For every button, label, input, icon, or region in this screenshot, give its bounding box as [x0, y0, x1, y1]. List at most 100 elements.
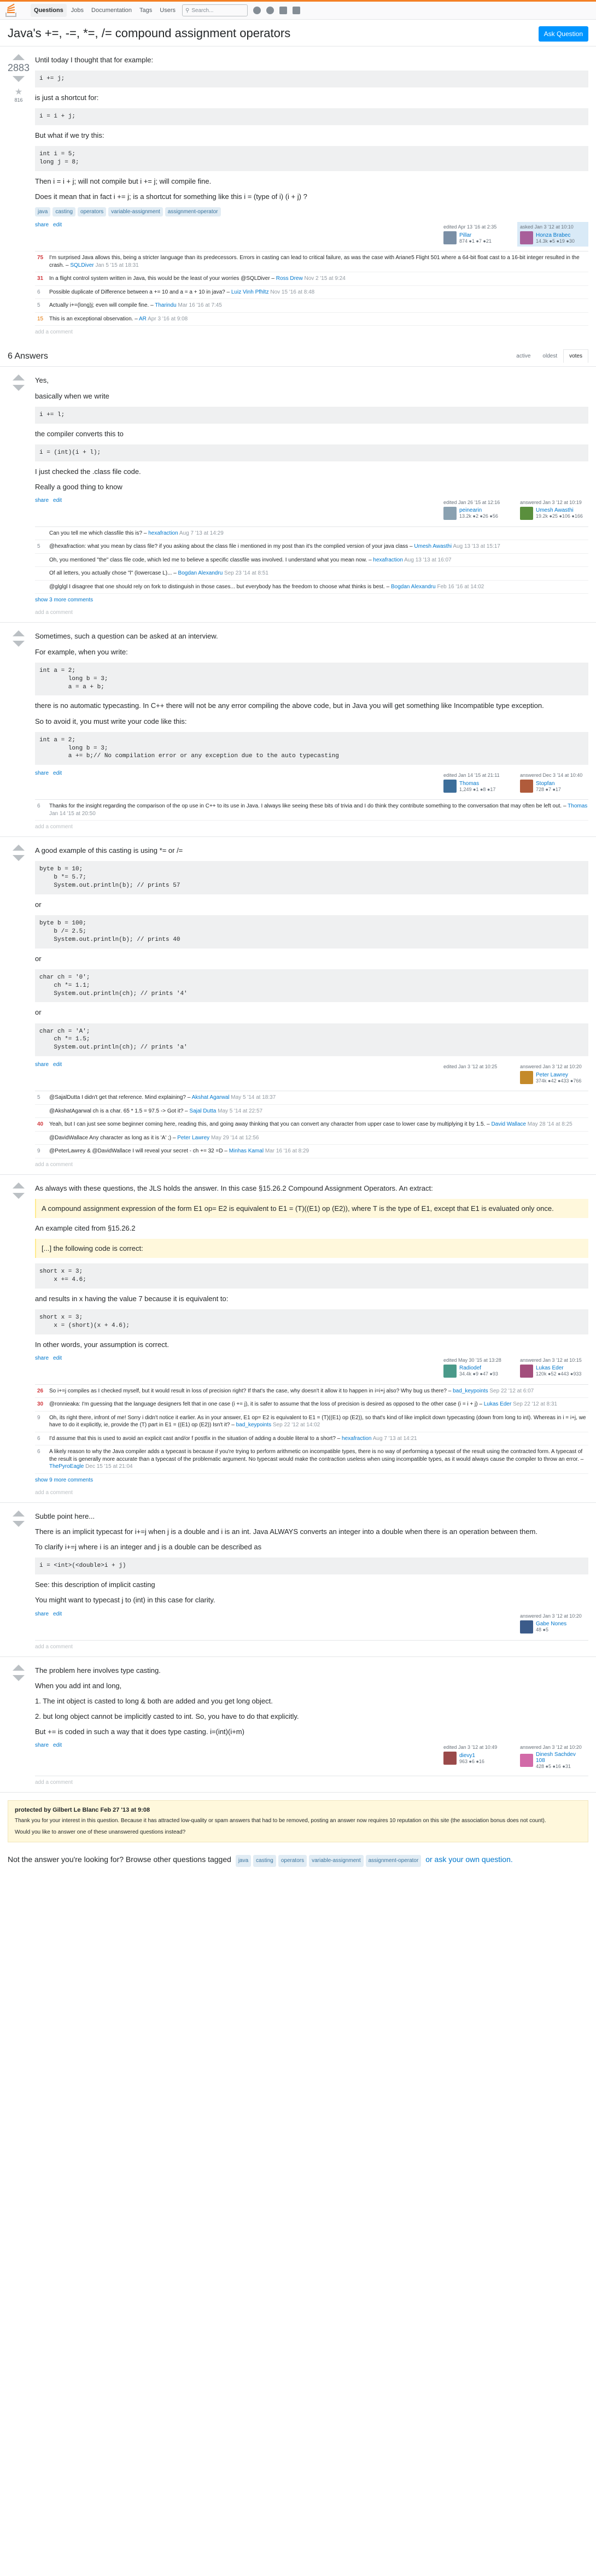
- comment-user-link[interactable]: Lukas Eder: [484, 1401, 512, 1407]
- share-link[interactable]: share: [35, 1062, 49, 1068]
- add-comment-link[interactable]: add a comment: [35, 326, 588, 338]
- avatar[interactable]: [520, 780, 533, 793]
- help-icon[interactable]: [279, 7, 288, 14]
- avatar[interactable]: [443, 780, 457, 793]
- nav-item-jobs[interactable]: Jobs: [68, 4, 87, 17]
- avatar[interactable]: [443, 231, 457, 245]
- nav-item-users[interactable]: Users: [156, 4, 179, 17]
- inbox-icon[interactable]: [253, 7, 261, 14]
- upvote-arrow-icon[interactable]: [13, 1182, 25, 1189]
- comment-user-link[interactable]: Akshat Agarwal: [192, 1094, 230, 1100]
- add-comment-link[interactable]: add a comment: [35, 1641, 588, 1653]
- comment-user-link[interactable]: Bogdan Alexandru: [178, 570, 223, 576]
- share-link[interactable]: share: [35, 1355, 49, 1361]
- nav-item-tags[interactable]: Tags: [136, 4, 155, 17]
- search-input[interactable]: ⚲ Search...: [182, 4, 248, 16]
- user-name-link[interactable]: Gabe Nones: [536, 1621, 566, 1627]
- edit-link[interactable]: edit: [53, 1062, 62, 1068]
- add-comment-link[interactable]: add a comment: [35, 1776, 588, 1789]
- user-name-link[interactable]: Lukas Eder: [536, 1365, 581, 1371]
- upvote-arrow-icon[interactable]: [13, 374, 25, 381]
- share-link[interactable]: share: [35, 222, 49, 228]
- tag-operators[interactable]: operators: [278, 1855, 307, 1867]
- user-name-link[interactable]: Peter Lawrey: [536, 1072, 581, 1078]
- user-name-link[interactable]: peinearin: [459, 507, 498, 513]
- tag-java[interactable]: java: [35, 207, 51, 217]
- tag-operators[interactable]: operators: [78, 207, 107, 217]
- user-name-link[interactable]: Dinesh Sachdev 108: [536, 1752, 586, 1764]
- nav-item-questions[interactable]: Questions: [31, 4, 67, 17]
- site-switcher-icon[interactable]: [293, 7, 301, 14]
- achievements-icon[interactable]: [266, 7, 274, 14]
- comment-user-link[interactable]: Ross Drew: [276, 276, 303, 282]
- avatar[interactable]: [520, 1754, 533, 1767]
- upvote-arrow-icon[interactable]: [13, 845, 25, 851]
- tag-assignment-operator[interactable]: assignment-operator: [165, 207, 221, 217]
- comment-user-link[interactable]: Tharindu: [155, 302, 176, 308]
- share-link[interactable]: share: [35, 1611, 49, 1617]
- tag-assignment-operator[interactable]: assignment-operator: [365, 1855, 422, 1867]
- avatar[interactable]: [520, 506, 533, 520]
- user-name-link[interactable]: dievy1: [459, 1753, 484, 1759]
- downvote-arrow-icon[interactable]: [13, 1192, 25, 1199]
- upvote-arrow-icon[interactable]: [13, 54, 25, 60]
- favorite-star-icon[interactable]: ★: [15, 86, 22, 97]
- comment-user-link[interactable]: Umesh Awasthi: [414, 543, 452, 549]
- tag-java[interactable]: java: [235, 1855, 252, 1867]
- comment-user-link[interactable]: bad_keypoints: [236, 1422, 272, 1428]
- comment-user-link[interactable]: AR: [139, 316, 147, 322]
- edit-link[interactable]: edit: [53, 1355, 62, 1361]
- show-more-comments-link[interactable]: show 9 more comments: [35, 1474, 588, 1486]
- user-name-link[interactable]: Thomas: [459, 781, 495, 787]
- upvote-arrow-icon[interactable]: [13, 1510, 25, 1517]
- downvote-arrow-icon[interactable]: [13, 641, 25, 647]
- add-comment-link[interactable]: add a comment: [35, 821, 588, 833]
- add-comment-link[interactable]: add a comment: [35, 606, 588, 619]
- edit-link[interactable]: edit: [53, 770, 62, 776]
- upvote-arrow-icon[interactable]: [13, 1664, 25, 1671]
- downvote-arrow-icon[interactable]: [13, 855, 25, 862]
- comment-user-link[interactable]: bad_keypoints: [453, 1388, 488, 1394]
- comment-user-link[interactable]: Bogdan Alexandru: [391, 584, 436, 590]
- tag-casting[interactable]: casting: [52, 207, 76, 217]
- comment-user-link[interactable]: Thomas: [568, 803, 587, 809]
- stack-overflow-logo-icon[interactable]: [5, 3, 28, 17]
- share-link[interactable]: share: [35, 497, 49, 504]
- user-name-link[interactable]: Stopfan: [536, 781, 561, 787]
- comment-user-link[interactable]: David Wallace: [491, 1121, 526, 1127]
- tab-oldest[interactable]: oldest: [536, 349, 563, 363]
- tab-votes[interactable]: votes: [563, 349, 588, 364]
- add-comment-link[interactable]: add a comment: [35, 1158, 588, 1171]
- user-name-link[interactable]: Umesh Awasthi: [536, 507, 583, 513]
- share-link[interactable]: share: [35, 1742, 49, 1748]
- comment-user-link[interactable]: Peter Lawrey: [177, 1135, 209, 1141]
- downvote-arrow-icon[interactable]: [13, 76, 25, 82]
- comment-user-link[interactable]: SQLDiver: [70, 262, 94, 268]
- ask-own-question-link[interactable]: or ask your own question.: [425, 1855, 513, 1864]
- avatar[interactable]: [520, 1071, 533, 1085]
- share-link[interactable]: share: [35, 770, 49, 776]
- downvote-arrow-icon[interactable]: [13, 385, 25, 391]
- tag-casting[interactable]: casting: [253, 1855, 276, 1867]
- comment-user-link[interactable]: hexafraction: [373, 557, 402, 563]
- avatar[interactable]: [520, 1620, 533, 1634]
- comment-user-link[interactable]: Minhas Kamal: [229, 1148, 264, 1154]
- comment-user-link[interactable]: hexafraction: [148, 530, 178, 536]
- avatar[interactable]: [520, 1364, 533, 1378]
- avatar[interactable]: [520, 231, 533, 245]
- user-name-link[interactable]: Radiodef: [459, 1365, 498, 1371]
- tag-variable-assignment[interactable]: variable-assignment: [309, 1855, 364, 1867]
- avatar[interactable]: [443, 1364, 457, 1378]
- comment-user-link[interactable]: ThePyroEagle: [49, 1463, 84, 1470]
- comment-user-link[interactable]: Sajal Dutta: [189, 1108, 216, 1114]
- edit-link[interactable]: edit: [53, 1611, 62, 1617]
- edit-link[interactable]: edit: [53, 1742, 62, 1748]
- upvote-arrow-icon[interactable]: [13, 630, 25, 637]
- avatar[interactable]: [443, 1752, 457, 1765]
- avatar[interactable]: [443, 506, 457, 520]
- edit-link[interactable]: edit: [53, 497, 62, 504]
- downvote-arrow-icon[interactable]: [13, 1675, 25, 1681]
- question-title[interactable]: Java's +=, -=, *=, /= compound assignmen…: [8, 26, 290, 40]
- show-more-comments-link[interactable]: show 3 more comments: [35, 594, 588, 606]
- comment-user-link[interactable]: hexafraction: [342, 1436, 371, 1442]
